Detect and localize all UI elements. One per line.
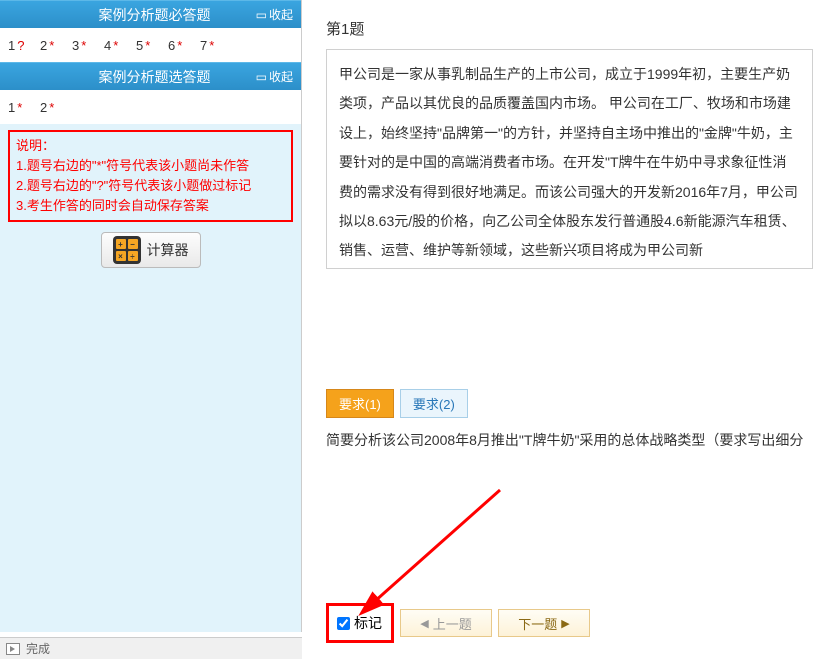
status-text: 完成 — [26, 640, 50, 657]
calculator-icon: +−×÷ — [113, 236, 141, 264]
mark-label: 标记 — [354, 613, 382, 633]
section-required-title: 案例分析题必答题 — [99, 7, 211, 23]
question-number[interactable]: 4* — [100, 34, 132, 56]
mark-checkbox[interactable] — [337, 617, 350, 630]
tabs-row: 要求(1)要求(2) — [326, 389, 813, 418]
prev-button[interactable]: ◀ 上一题 — [400, 609, 492, 637]
minus-icon: ▭ — [256, 8, 267, 22]
next-button[interactable]: 下一题 ▶ — [498, 609, 590, 637]
calculator-button[interactable]: +−×÷ 计算器 — [101, 232, 201, 268]
left-panel: 案例分析题必答题 ▭收起 1?2*3*4*5*6*7* 案例分析题选答题 ▭收起… — [0, 0, 302, 632]
instructions-box: 说明： 1.题号右边的"*"符号代表该小题尚未作答 2.题号右边的"?"符号代表… — [8, 130, 293, 222]
mark-checkbox-wrap[interactable]: 标记 — [326, 603, 394, 643]
question-number[interactable]: 7* — [196, 34, 228, 56]
passage-box: 甲公司是一家从事乳制品生产的上市公司，成立于1999年初，主要生产奶类项，产品以… — [326, 49, 813, 269]
question-number[interactable]: 3* — [68, 34, 100, 56]
question-grid-required: 1?2*3*4*5*6*7* — [0, 28, 301, 62]
question-number[interactable]: 1? — [4, 34, 36, 56]
section-optional-title: 案例分析题选答题 — [99, 69, 211, 85]
question-title: 第1题 — [312, 0, 813, 49]
tab-requirement[interactable]: 要求(1) — [326, 389, 394, 418]
instructions-heading: 说明： — [16, 136, 285, 156]
section-required-header[interactable]: 案例分析题必答题 ▭收起 — [0, 0, 301, 28]
instructions-line3: 3.考生作答的同时会自动保存答案 — [16, 196, 285, 216]
arrow-right-icon: ▶ — [561, 617, 569, 630]
question-number[interactable]: 2* — [36, 96, 68, 118]
requirement-text: 简要分析该公司2008年8月推出"T牌牛奶"采用的总体战略类型（要求写出细分 — [326, 428, 813, 453]
question-number[interactable]: 6* — [164, 34, 196, 56]
instructions-line1: 1.题号右边的"*"符号代表该小题尚未作答 — [16, 156, 285, 176]
question-grid-optional: 1*2* — [0, 90, 301, 124]
question-number[interactable]: 5* — [132, 34, 164, 56]
section-optional-header[interactable]: 案例分析题选答题 ▭收起 — [0, 62, 301, 90]
tab-requirement[interactable]: 要求(2) — [400, 389, 468, 418]
instructions-line2: 2.题号右边的"?"符号代表该小题做过标记 — [16, 176, 285, 196]
minus-icon: ▭ — [256, 70, 267, 84]
arrow-left-icon: ◀ — [420, 617, 428, 630]
play-icon — [6, 643, 20, 655]
right-panel: 第1题 甲公司是一家从事乳制品生产的上市公司，成立于1999年初，主要生产奶类项… — [312, 0, 813, 659]
bottom-bar: 标记 ◀ 上一题 下一题 ▶ — [326, 603, 590, 643]
collapse-toggle-2[interactable]: ▭收起 — [256, 63, 293, 91]
status-bar: 完成 — [0, 637, 302, 659]
question-number[interactable]: 2* — [36, 34, 68, 56]
calculator-label: 计算器 — [147, 240, 189, 260]
question-number[interactable]: 1* — [4, 96, 36, 118]
collapse-toggle-1[interactable]: ▭收起 — [256, 1, 293, 29]
